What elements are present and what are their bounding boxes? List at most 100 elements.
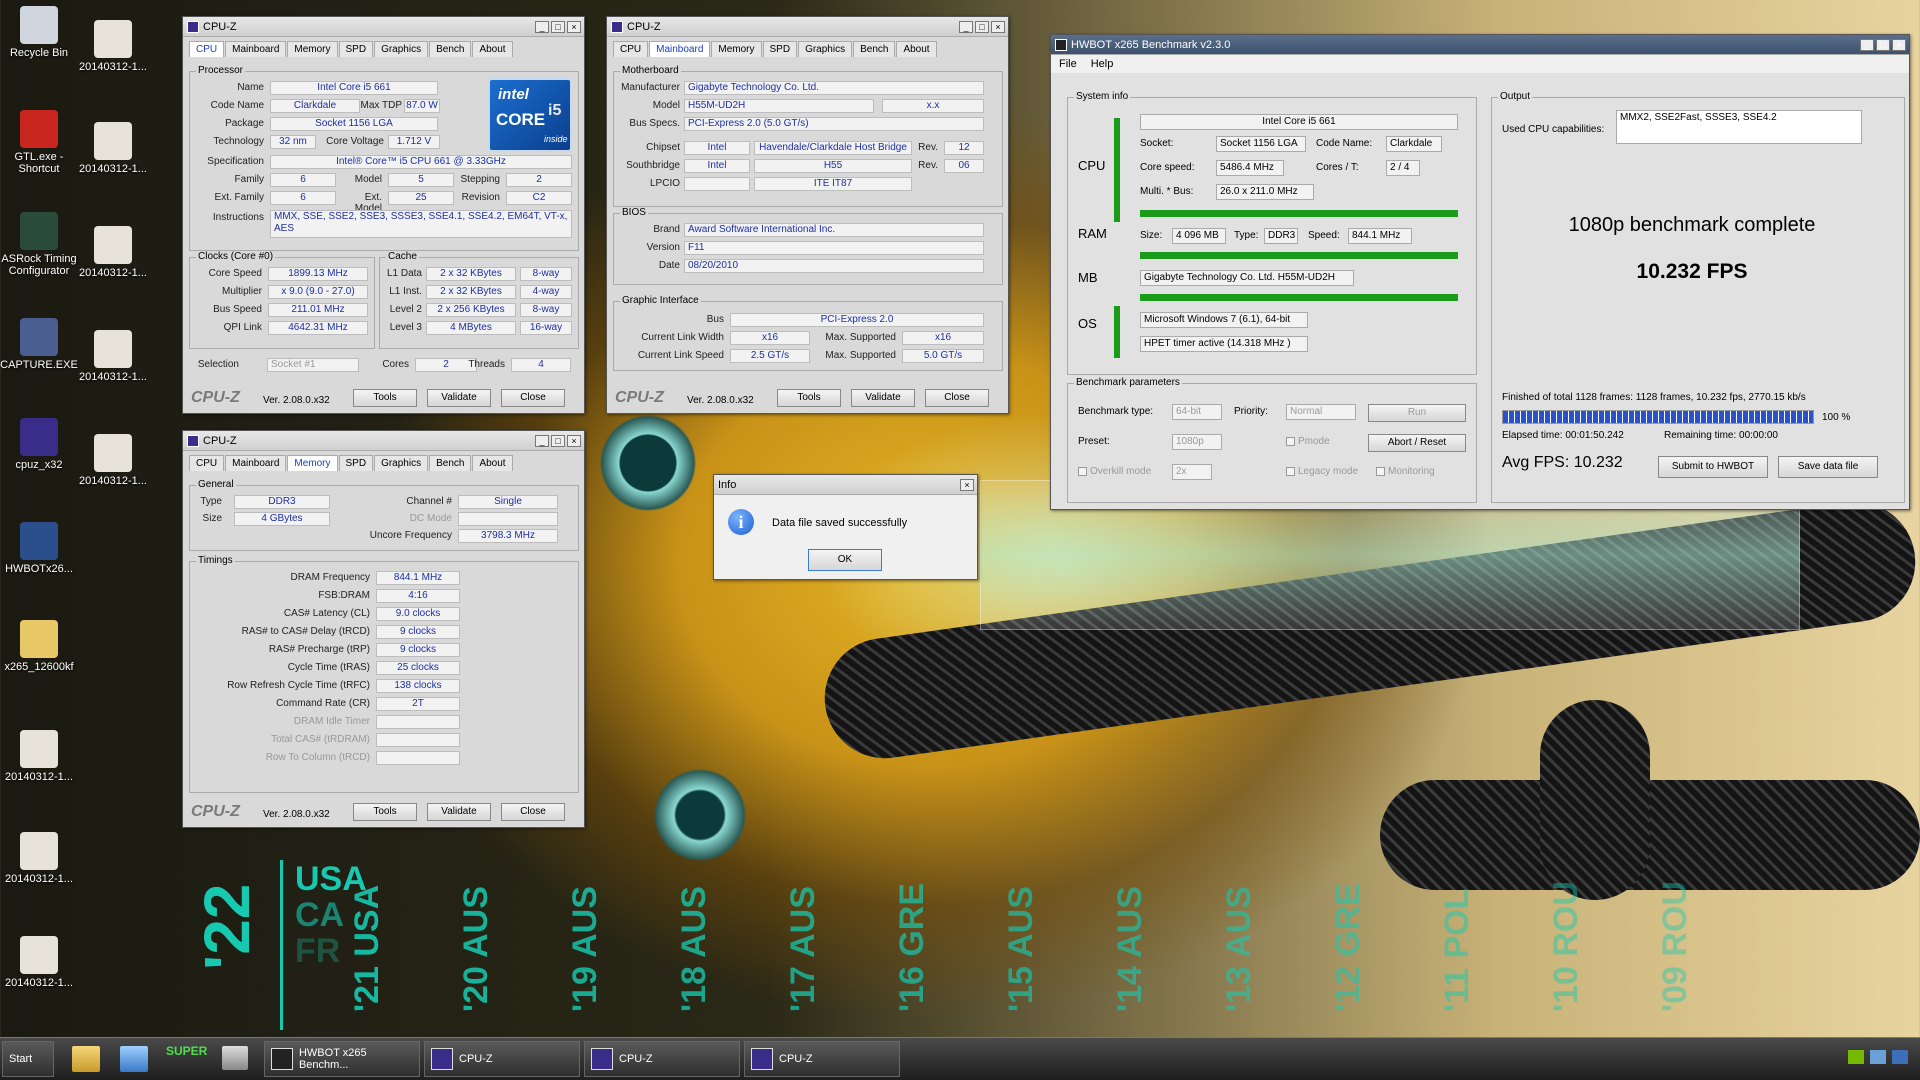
tab-graphics[interactable]: Graphics — [798, 41, 853, 57]
tab-about[interactable]: About — [472, 41, 513, 57]
tools-button[interactable]: Tools — [777, 389, 841, 407]
validate-button[interactable]: Validate — [427, 803, 491, 821]
validate-button[interactable]: Validate — [427, 389, 491, 407]
tab-bench[interactable]: Bench — [429, 455, 472, 471]
tab-graphics[interactable]: Graphics — [374, 455, 429, 471]
taskbar-hwbot-button[interactable]: HWBOT x265 Benchm... — [264, 1041, 420, 1077]
maximize-icon[interactable]: □ — [975, 20, 989, 33]
desktop-icon[interactable]: 20140312-1... — [74, 434, 152, 487]
tab-mainboard[interactable]: Mainboard — [225, 41, 287, 57]
legacy-checkbox[interactable]: Legacy mode — [1286, 466, 1358, 477]
desktop-icon[interactable]: 20140312-1... — [74, 226, 152, 279]
info-dialog[interactable]: Info × i Data file saved successfully OK — [713, 474, 978, 580]
desktop-icon[interactable]: 20140312-1... — [0, 832, 78, 885]
desktop-icon[interactable]: cpuz_x32 — [0, 418, 78, 471]
minimize-icon[interactable]: _ — [1860, 38, 1874, 51]
taskbar-cpuz-button-2[interactable]: CPU-Z — [584, 1041, 740, 1077]
hwbot-window[interactable]: HWBOT x265 Benchmark v2.3.0 _ □ × File Hel… — [1050, 34, 1910, 510]
desktop-icon[interactable]: 20140312-1... — [74, 330, 152, 383]
title-bar[interactable]: CPU-Z _ □ × — [183, 431, 584, 451]
tray-network-icon[interactable] — [1870, 1050, 1886, 1064]
abort-reset-button[interactable]: Abort / Reset — [1368, 434, 1466, 452]
tray-nvidia-icon[interactable] — [1848, 1050, 1864, 1064]
cpuz-cpu-window[interactable]: CPU-Z _ □ × CPU Mainboard Memory SPD Graph… — [182, 16, 585, 414]
maximize-icon[interactable]: □ — [1876, 38, 1890, 51]
tab-spd[interactable]: SPD — [762, 41, 798, 57]
close-icon[interactable]: × — [567, 20, 581, 33]
tab-memory[interactable]: Memory — [287, 41, 338, 57]
ok-button[interactable]: OK — [808, 549, 882, 571]
taskbar-cpuz-button-1[interactable]: CPU-Z — [424, 1041, 580, 1077]
printer-quicklaunch-icon[interactable] — [222, 1046, 248, 1070]
close-button[interactable]: Close — [501, 803, 565, 821]
close-icon[interactable]: × — [960, 478, 974, 491]
pmode-checkbox[interactable]: Pmode — [1286, 436, 1330, 447]
explorer-quicklaunch-icon[interactable] — [72, 1046, 100, 1072]
intel-logo-line: CORE — [496, 110, 546, 129]
title-bar[interactable]: CPU-Z _ □ × — [607, 17, 1008, 37]
desktop-icon[interactable]: 20140312-1... — [74, 20, 152, 73]
submit-button[interactable]: Submit to HWBOT — [1658, 456, 1768, 478]
desktop-icon[interactable]: ASRock Timing Configurator — [0, 212, 78, 277]
tab-graphics[interactable]: Graphics — [374, 41, 429, 57]
save-data-button[interactable]: Save data file — [1778, 456, 1878, 478]
tools-button[interactable]: Tools — [353, 389, 417, 407]
tab-mainboard[interactable]: Mainboard — [649, 41, 711, 57]
tab-cpu[interactable]: CPU — [613, 41, 649, 57]
timeline-entry: '11 POL — [1438, 888, 1476, 1012]
title-bar[interactable]: CPU-Z _ □ × — [183, 17, 584, 37]
superpi-quicklaunch-icon[interactable]: SUPER — [166, 1044, 207, 1058]
selection-dropdown[interactable]: Socket #1 — [267, 358, 359, 372]
tab-memory[interactable]: Memory — [711, 41, 762, 57]
tab-bench[interactable]: Bench — [429, 41, 472, 57]
tab-memory[interactable]: Memory — [287, 455, 338, 471]
tab-mainboard[interactable]: Mainboard — [225, 455, 287, 471]
desktop-icon[interactable]: 20140312-1... — [74, 122, 152, 175]
benchtype-dropdown[interactable]: 64-bit — [1172, 404, 1222, 420]
network-quicklaunch-icon[interactable] — [120, 1046, 148, 1072]
cpuz-memory-window[interactable]: CPU-Z _ □ × CPU Mainboard Memory SPD Graph… — [182, 430, 585, 828]
minimize-icon[interactable]: _ — [535, 434, 549, 447]
tab-about[interactable]: About — [896, 41, 937, 57]
desktop-icon[interactable]: Recycle Bin — [0, 6, 78, 59]
dialog-title-bar[interactable]: Info × — [714, 475, 977, 495]
close-icon[interactable]: × — [991, 20, 1005, 33]
minimize-icon[interactable]: _ — [535, 20, 549, 33]
close-button[interactable]: Close — [925, 389, 989, 407]
tab-bench[interactable]: Bench — [853, 41, 896, 57]
tab-spd[interactable]: SPD — [338, 455, 374, 471]
menu-help[interactable]: Help — [1091, 58, 1114, 70]
taskbar-cpuz-button-3[interactable]: CPU-Z — [744, 1041, 900, 1077]
close-icon[interactable]: × — [567, 434, 581, 447]
run-button[interactable]: Run — [1368, 404, 1466, 422]
cpuz-mainboard-window[interactable]: CPU-Z _ □ × CPU Mainboard Memory SPD Graph… — [606, 16, 1009, 414]
extmodel-value: 25 — [388, 191, 454, 205]
validate-button[interactable]: Validate — [851, 389, 915, 407]
minimize-icon[interactable]: _ — [959, 20, 973, 33]
maximize-icon[interactable]: □ — [551, 434, 565, 447]
tab-about[interactable]: About — [472, 455, 513, 471]
desktop-icon[interactable]: x265_12600kf — [0, 620, 78, 673]
cpu-divider-bar — [1140, 210, 1458, 217]
start-button[interactable]: Start — [2, 1041, 54, 1077]
tray-display-icon[interactable] — [1892, 1050, 1908, 1064]
overkill-checkbox[interactable]: Overkill mode — [1078, 466, 1151, 477]
tab-cpu[interactable]: CPU — [189, 41, 225, 57]
overkill-dropdown[interactable]: 2x — [1172, 464, 1212, 480]
desktop-icon[interactable]: 20140312-1... — [0, 730, 78, 783]
desktop-icon[interactable]: CAPTURE.EXE — [0, 318, 78, 371]
close-icon[interactable]: × — [1892, 38, 1906, 51]
monitoring-checkbox[interactable]: Monitoring — [1376, 466, 1435, 477]
tools-button[interactable]: Tools — [353, 803, 417, 821]
preset-dropdown[interactable]: 1080p — [1172, 434, 1222, 450]
tab-spd[interactable]: SPD — [338, 41, 374, 57]
maximize-icon[interactable]: □ — [551, 20, 565, 33]
tab-cpu[interactable]: CPU — [189, 455, 225, 471]
desktop-icon[interactable]: GTL.exe - Shortcut — [0, 110, 78, 175]
desktop-icon[interactable]: HWBOTx26... — [0, 522, 78, 575]
priority-dropdown[interactable]: Normal — [1286, 404, 1356, 420]
desktop-icon[interactable]: 20140312-1... — [0, 936, 78, 989]
menu-file[interactable]: File — [1059, 58, 1077, 70]
title-bar[interactable]: HWBOT x265 Benchmark v2.3.0 _ □ × — [1051, 35, 1909, 55]
close-button[interactable]: Close — [501, 389, 565, 407]
